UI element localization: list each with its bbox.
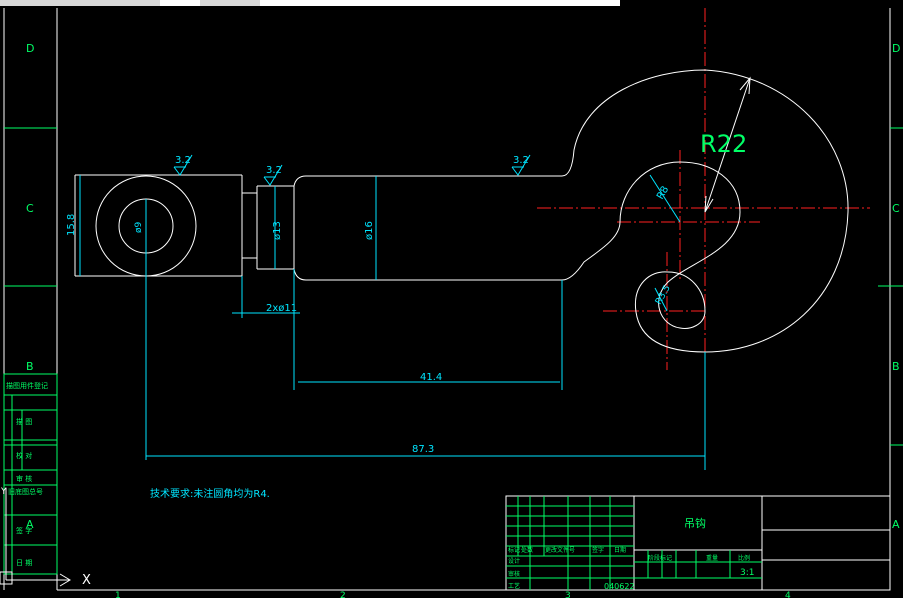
- dim-length-87-3: 87.3: [412, 444, 434, 455]
- zone-number: 2: [340, 591, 346, 598]
- dim-dia-shank: ø16: [364, 221, 375, 240]
- person-role: 审核: [508, 570, 520, 578]
- roughness-label: 3.2: [175, 155, 191, 166]
- stamp-cell: 审 核: [16, 474, 32, 483]
- zone-letter: B: [26, 360, 34, 373]
- row-label: 标记: [508, 546, 520, 554]
- roughness-symbols: [173, 154, 531, 186]
- person-role: 工艺: [508, 582, 520, 590]
- dimension-lines: [79, 174, 706, 470]
- ucs-y-label: Y: [0, 487, 7, 497]
- stamp-cell: 描 图: [16, 417, 32, 426]
- dim-dia-hole: ø9: [134, 221, 144, 233]
- right-label: 重量: [706, 554, 718, 562]
- roughness-values: 3.2 3.2 3.2: [175, 155, 529, 176]
- title-people: 设计 审核 工艺: [508, 557, 520, 590]
- dim-radius-r3-5: R3.5: [654, 284, 673, 307]
- side-stamp: [3, 373, 58, 575]
- zone-letter: D: [892, 42, 900, 55]
- drawing-frame: [3, 8, 891, 591]
- title-scale: 3:1: [740, 568, 754, 578]
- zone-number: 1: [115, 591, 121, 598]
- title-row-labels: 标记 处数 更改文件号 签字 日期: [508, 546, 626, 554]
- dim-radius-r22: R22: [700, 130, 747, 158]
- person-role: 设计: [508, 557, 520, 565]
- right-label: 比例: [738, 554, 750, 562]
- ucs-x-label: X: [82, 573, 91, 588]
- title-part-name: 吊钩: [684, 516, 706, 530]
- zone-letter: B: [892, 360, 900, 373]
- row-label: 签字: [592, 546, 604, 554]
- stamp-cell: 日 期: [16, 559, 32, 567]
- stamp-cell: 校 对: [16, 451, 32, 460]
- zone-letter: A: [892, 518, 900, 531]
- row-label: 日期: [614, 546, 626, 554]
- dim-length-41-4: 41.4: [420, 372, 442, 383]
- roughness-label: 3.2: [513, 155, 529, 166]
- zone-letter: C: [26, 202, 34, 215]
- roughness-label: 3.2: [266, 165, 282, 176]
- hook-outline: [74, 69, 849, 353]
- stamp-cell: 旧底图总号: [8, 487, 43, 496]
- row-label: 处数: [521, 546, 533, 554]
- title-drawing-number: 040622: [604, 582, 635, 591]
- stamp-cell: 签 字: [16, 526, 32, 535]
- centerlines: [537, 8, 870, 370]
- zone-letter: D: [26, 42, 34, 55]
- title-right-labels: 阶段标记 重量 比例: [648, 554, 750, 562]
- dim-height-15-8: 15.8: [66, 214, 77, 236]
- row-label: 更改文件号: [545, 546, 575, 554]
- right-label: 阶段标记: [648, 554, 672, 562]
- title-block: [505, 495, 891, 591]
- technical-note: 技术要求:未注圆角均为R4.: [150, 487, 270, 500]
- zone-number: 4: [785, 591, 791, 598]
- ucs-icon: [0, 488, 71, 587]
- dim-neck-groove: 2xø11: [266, 303, 297, 314]
- zone-number: 3: [565, 591, 571, 598]
- zone-letter: C: [892, 202, 900, 215]
- drawing-canvas[interactable]: D C B A D C B A 1 2 3 4 描图用件登记 描 图 校 对 审…: [0, 0, 903, 598]
- bottom-zone-numbers: 1 2 3 4: [115, 591, 791, 598]
- dim-dia-neck: ø13: [272, 221, 283, 240]
- stamp-cell: 描图用件登记: [6, 381, 48, 390]
